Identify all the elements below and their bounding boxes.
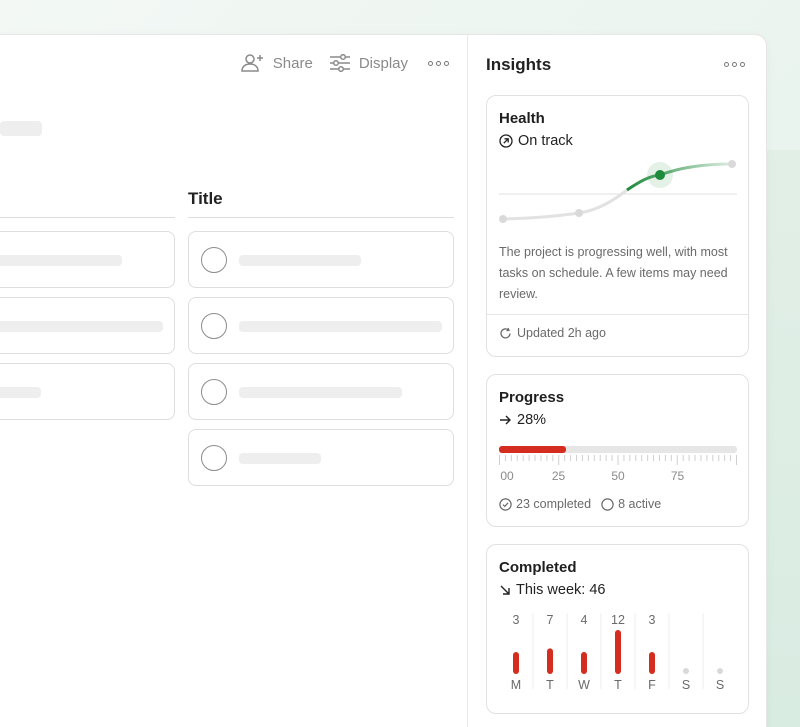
data-point bbox=[499, 215, 507, 223]
progress-card: Progress 28% 00 25 50 75 23 completed 8 … bbox=[486, 374, 749, 527]
text-placeholder bbox=[239, 453, 321, 464]
day-bar bbox=[581, 652, 587, 674]
text-placeholder bbox=[0, 255, 122, 266]
list-item[interactable] bbox=[0, 231, 175, 288]
day-count-label: 4 bbox=[581, 613, 588, 627]
day-bar bbox=[649, 652, 655, 674]
checkbox-circle-icon[interactable] bbox=[201, 445, 227, 471]
updated-label: Updated 2h ago bbox=[517, 326, 606, 340]
text-placeholder bbox=[0, 321, 163, 332]
add-user-icon bbox=[241, 54, 263, 72]
day-label: W bbox=[578, 678, 590, 692]
progress-tick-label: 75 bbox=[670, 469, 685, 483]
data-point bbox=[728, 160, 736, 168]
toolbar: Share Display bbox=[225, 53, 449, 73]
completed-stat: 23 completed bbox=[499, 497, 591, 511]
day-count-label: 3 bbox=[649, 613, 656, 627]
sliders-icon bbox=[329, 54, 350, 72]
data-point bbox=[575, 209, 583, 217]
arrow-down-right-icon bbox=[500, 585, 510, 595]
progress-value-label: 28% bbox=[517, 412, 547, 428]
column-divider bbox=[0, 217, 175, 218]
column-divider bbox=[188, 217, 454, 218]
panel-title: Insights bbox=[486, 55, 552, 74]
active-stat: 8 active bbox=[601, 497, 661, 511]
app-window: Share Display Title Insights Health On t… bbox=[0, 34, 767, 727]
day-count-label: 12 bbox=[611, 613, 625, 627]
day-empty-dot bbox=[683, 668, 689, 674]
progress-tick-label: 25 bbox=[551, 469, 566, 483]
day-count-label: 3 bbox=[513, 613, 520, 627]
completed-title: Completed bbox=[499, 559, 577, 576]
progress-stats: 23 completed 8 active bbox=[499, 497, 671, 511]
list-item[interactable] bbox=[0, 363, 175, 420]
current-point bbox=[655, 170, 665, 180]
day-count-label: 7 bbox=[547, 613, 554, 627]
completed-card: Completed This week: 46 3 M 7 T 4 W 12 T 3 F S S bbox=[486, 544, 749, 714]
display-label: Display bbox=[358, 54, 408, 72]
share-button[interactable]: Share bbox=[241, 53, 313, 73]
completed-count: 23 completed bbox=[516, 497, 592, 511]
completed-summary: This week: 46 bbox=[499, 582, 605, 598]
checkbox-circle-icon[interactable] bbox=[201, 379, 227, 405]
progress-fill bbox=[499, 446, 566, 453]
task-card[interactable] bbox=[188, 297, 454, 354]
text-placeholder bbox=[239, 321, 442, 332]
arrow-right-icon bbox=[500, 415, 511, 425]
column-header-title: Title bbox=[188, 189, 223, 208]
display-button[interactable]: Display bbox=[329, 54, 408, 72]
check-circle-icon bbox=[499, 497, 512, 511]
text-placeholder bbox=[239, 387, 402, 398]
day-bar bbox=[615, 630, 621, 674]
share-label: Share bbox=[272, 54, 313, 72]
progress-tick-label: 50 bbox=[611, 469, 625, 483]
progress-title: Progress bbox=[499, 389, 565, 406]
day-label: T bbox=[546, 678, 554, 692]
health-status: On track bbox=[499, 133, 573, 149]
text-placeholder bbox=[239, 255, 361, 266]
progress-tick-labels: 00 25 50 75 bbox=[499, 469, 737, 483]
day-label: S bbox=[716, 678, 724, 692]
text-placeholder bbox=[0, 387, 41, 398]
arrow-up-right-circle-icon bbox=[499, 134, 513, 148]
health-status-label: On track bbox=[518, 133, 573, 149]
day-label: T bbox=[614, 678, 622, 692]
main-area: Share Display Title bbox=[0, 35, 467, 727]
health-updated: Updated 2h ago bbox=[499, 326, 606, 340]
more-options-icon[interactable] bbox=[428, 60, 449, 66]
more-options-icon[interactable] bbox=[724, 62, 745, 67]
progress-tick-label: 00 bbox=[500, 469, 514, 483]
task-card[interactable] bbox=[188, 231, 454, 288]
day-bar bbox=[513, 652, 519, 674]
health-title: Health bbox=[499, 110, 545, 127]
checkbox-circle-icon[interactable] bbox=[201, 313, 227, 339]
health-trend-chart bbox=[499, 160, 737, 223]
heading-placeholder bbox=[0, 121, 42, 136]
card-divider bbox=[487, 314, 748, 315]
weekly-completed-chart: 3 M 7 T 4 W 12 T 3 F S S bbox=[511, 613, 724, 692]
task-card[interactable] bbox=[188, 429, 454, 486]
progress-ticks bbox=[499, 455, 737, 465]
circle-icon bbox=[601, 497, 614, 511]
progress-value: 28% bbox=[499, 412, 546, 428]
checkbox-circle-icon[interactable] bbox=[201, 247, 227, 273]
day-label: F bbox=[648, 678, 656, 692]
completed-summary-label: This week: 46 bbox=[516, 582, 606, 598]
task-card[interactable] bbox=[188, 363, 454, 420]
active-count: 8 active bbox=[618, 497, 662, 511]
day-label: M bbox=[511, 678, 521, 692]
refresh-icon bbox=[500, 327, 511, 338]
day-label: S bbox=[682, 678, 690, 692]
progress-bar bbox=[499, 446, 737, 453]
insights-panel: Insights Health On track The project is … bbox=[467, 35, 766, 727]
day-empty-dot bbox=[717, 668, 723, 674]
health-description: The project is progressing well, with mo… bbox=[499, 245, 728, 301]
health-card: Health On track The project is progressi… bbox=[486, 95, 749, 357]
day-bar bbox=[547, 648, 553, 674]
list-item[interactable] bbox=[0, 297, 175, 354]
